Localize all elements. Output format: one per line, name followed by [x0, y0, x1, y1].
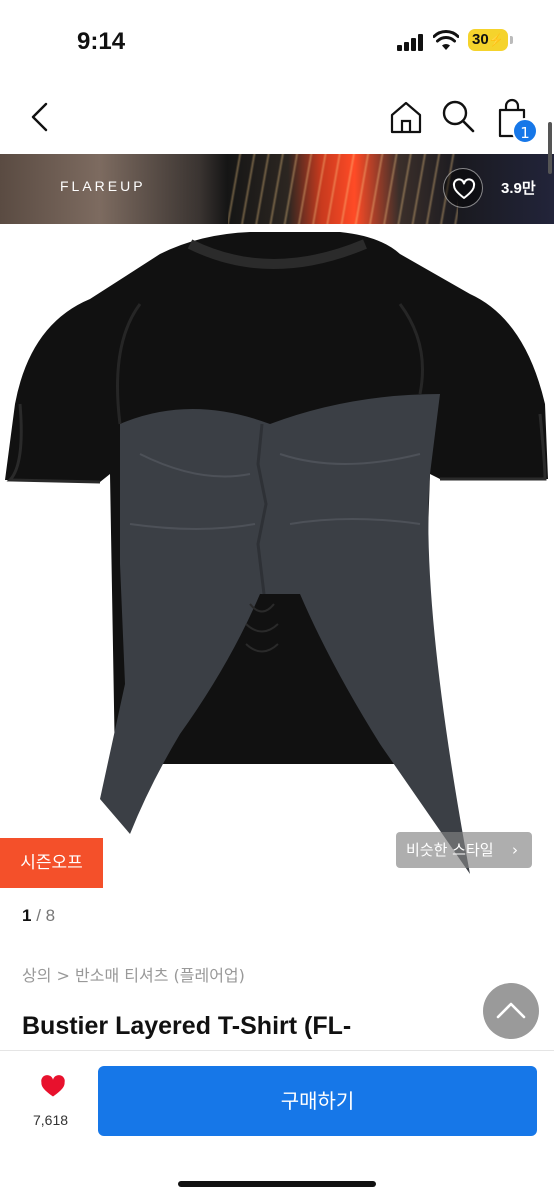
search-icon[interactable] — [440, 98, 476, 134]
like-count: 7,618 — [33, 1112, 69, 1128]
chevron-up-icon — [496, 1002, 526, 1019]
cellular-signal-icon — [397, 33, 425, 51]
buy-button[interactable]: 구매하기 — [98, 1066, 537, 1136]
image-total: / 8 — [36, 906, 56, 925]
wifi-icon — [433, 30, 459, 50]
image-pager: 1 / 8 — [22, 906, 55, 926]
status-bar: 9:14 30⚡ — [0, 0, 554, 80]
brand-like-count: 3.9만 — [501, 180, 536, 197]
season-off-tag: 시즌오프 — [0, 838, 103, 888]
battery-indicator: 30⚡ — [468, 29, 513, 51]
home-icon[interactable] — [387, 98, 425, 136]
battery-level: 30 — [472, 31, 489, 48]
product-title: Bustier Layered T-Shirt (FL- — [22, 1012, 352, 1040]
banner-image — [228, 154, 458, 224]
home-indicator — [178, 1181, 376, 1187]
status-time: 9:14 — [77, 28, 126, 55]
heart-outline-icon — [452, 178, 476, 199]
brand-name: FLAREUP — [60, 178, 146, 194]
top-nav — [0, 80, 554, 154]
category-breadcrumb[interactable]: 상의 > 반소매 티셔츠 (플레어업) — [22, 962, 245, 986]
cart-count-badge: 1 — [512, 118, 538, 144]
similar-style-button[interactable]: 비슷한 스타일 › — [396, 832, 532, 868]
similar-style-label: 비슷한 스타일 — [406, 841, 494, 859]
product-photo — [5, 232, 548, 874]
image-index: 1 — [22, 906, 32, 925]
charging-bolt-icon: ⚡ — [488, 33, 504, 47]
scroll-to-top-button[interactable] — [483, 983, 539, 1039]
chevron-right-icon: › — [512, 841, 518, 859]
scrollbar[interactable] — [548, 122, 552, 174]
heart-filled-icon[interactable] — [30, 1072, 76, 1112]
back-arrow-icon[interactable] — [24, 100, 58, 134]
product-image[interactable] — [0, 224, 554, 888]
brand-like-button[interactable] — [443, 168, 483, 208]
